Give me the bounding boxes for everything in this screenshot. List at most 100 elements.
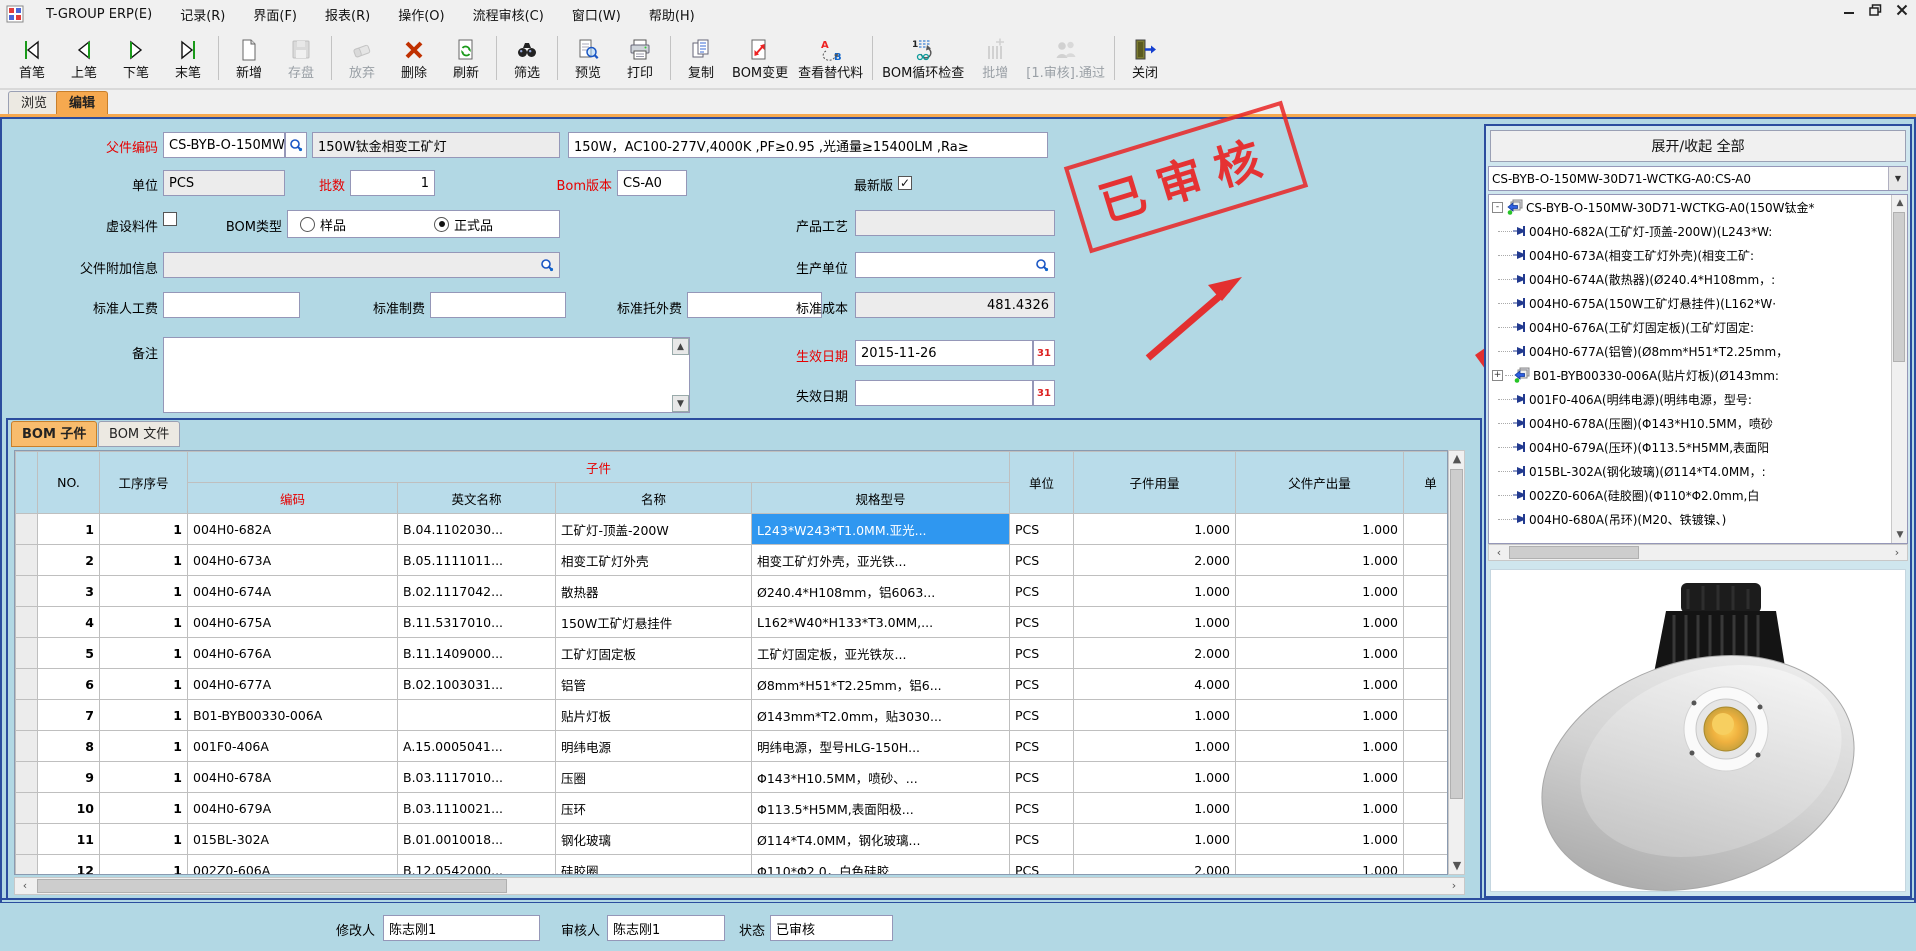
tab-browse[interactable]: 浏览 — [8, 91, 60, 115]
prev-record-button[interactable]: 上笔 — [58, 35, 110, 82]
menu-report[interactable]: 报表(R) — [311, 1, 384, 28]
add-button[interactable]: 新增 — [223, 35, 275, 82]
bom-type-formal-radio[interactable]: 正式品 — [434, 215, 493, 234]
scroll-right-icon[interactable]: › — [1446, 878, 1462, 894]
tree-item[interactable]: 004H0-676A(工矿灯固定板)(工矿灯固定: — [1489, 315, 1907, 339]
parent-name-field: 150W钛金相变工矿灯 — [312, 132, 560, 158]
scroll-up-icon[interactable]: ▲ — [1449, 451, 1465, 467]
view-substitute-button[interactable]: AB查看替代料 — [793, 35, 868, 82]
menu-window[interactable]: 窗口(W) — [558, 1, 635, 28]
next-record-button[interactable]: 下笔 — [110, 35, 162, 82]
parent-code-search-button[interactable] — [285, 132, 307, 158]
restore-icon[interactable] — [1869, 4, 1882, 16]
chevron-down-icon[interactable]: ▼ — [1888, 167, 1907, 190]
expire-date-calendar-icon[interactable]: 31 — [1033, 380, 1055, 406]
close-icon[interactable] — [1896, 4, 1908, 16]
window-edge-left — [0, 119, 2, 951]
selected-cell[interactable]: L243*W243*T1.0MM.亚光... — [752, 514, 1010, 545]
table-row: 71B01-BYB00330-006A贴片灯板Ø143mm*T2.0mm，贴30… — [16, 700, 1449, 731]
preview-button[interactable]: 预览 — [562, 35, 614, 82]
menu-interface[interactable]: 界面(F) — [239, 1, 311, 28]
tree-item[interactable]: 004H0-682A(工矿灯-顶盖-200W)(L243*W: — [1489, 219, 1907, 243]
scroll-left-icon[interactable]: ‹ — [17, 878, 33, 894]
scroll-down-icon[interactable]: ▼ — [1892, 527, 1908, 543]
scroll-up-icon[interactable]: ▲ — [1892, 195, 1908, 211]
parent-code-input[interactable]: CS-BYB-O-150MW-3 — [163, 132, 285, 158]
collapse-icon[interactable]: - — [1492, 202, 1503, 213]
effective-date-input[interactable]: 2015-11-26 — [855, 340, 1033, 366]
tree-horizontal-scrollbar[interactable]: ‹ › — [1488, 544, 1908, 561]
bom-change-button[interactable]: BOM变更 — [727, 35, 793, 82]
remark-textarea[interactable] — [163, 337, 690, 413]
status-field: 已审核 — [770, 915, 893, 941]
filter-button[interactable]: 筛选 — [501, 35, 553, 82]
tree-item[interactable]: 004H0-674A(散热器)(Ø240.4*H108mm，: — [1489, 267, 1907, 291]
scrollbar-thumb[interactable] — [1509, 546, 1639, 559]
tree-item[interactable]: 004H0-673A(相变工矿灯外壳)(相变工矿: — [1489, 243, 1907, 267]
tree-item[interactable]: 004H0-678A(压圈)(Φ143*H10.5MM，喷砂 — [1489, 411, 1907, 435]
scrollbar-thumb[interactable] — [1893, 212, 1905, 362]
table-row: 51004H0-676AB.11.1409000...工矿灯固定板工矿灯固定板，… — [16, 638, 1449, 669]
tree-item[interactable]: 004H0-679A(压环)(Φ113.5*H5MM,表面阳 — [1489, 435, 1907, 459]
tree-item[interactable]: 004H0-680A(吊环)(M20、铁镀镍、) — [1489, 507, 1907, 531]
print-button[interactable]: 打印 — [614, 35, 666, 82]
audit-pass-button[interactable]: [1.审核].通过 — [1021, 35, 1110, 82]
scrollbar-thumb[interactable] — [1450, 469, 1463, 799]
table-row: 11004H0-682AB.04.1102030...工矿灯-顶盖-200WL2… — [16, 514, 1449, 545]
effective-date-calendar-icon[interactable]: 31 — [1033, 340, 1055, 366]
expand-collapse-all-button[interactable]: 展开/收起 全部 — [1490, 130, 1906, 162]
virtual-part-checkbox[interactable] — [163, 212, 177, 226]
bom-version-input[interactable]: CS-A0 — [617, 170, 687, 196]
prod-unit-field[interactable] — [855, 252, 1055, 278]
parent-spec-field[interactable]: 150W，AC100-277V,4000K ,PF≥0.95 ,光通量≥1540… — [568, 132, 1048, 158]
close-window-button[interactable]: 关闭 — [1119, 35, 1171, 82]
tab-bom-children[interactable]: BOM 子件 — [11, 421, 97, 447]
batch-input[interactable]: 1 — [350, 170, 435, 196]
bom-type-sample-radio[interactable]: 样品 — [300, 215, 346, 234]
menu-flow-audit[interactable]: 流程审核(C) — [459, 1, 558, 28]
scroll-right-icon[interactable]: › — [1889, 545, 1905, 561]
batch-add-button[interactable]: 批增 — [969, 35, 1021, 82]
copy-button[interactable]: 复制 — [675, 35, 727, 82]
tree-item-expandable[interactable]: + B01-BYB00330-006A(贴片灯板)(Ø143mm: — [1489, 363, 1907, 387]
menu-record[interactable]: 记录(R) — [166, 1, 239, 28]
remark-scroll-down-icon[interactable]: ▼ — [672, 395, 689, 412]
discard-button[interactable]: 放弃 — [336, 35, 388, 82]
menu-operation[interactable]: 操作(O) — [384, 1, 458, 28]
prod-unit-search-button[interactable] — [1031, 254, 1053, 276]
expire-date-input[interactable] — [855, 380, 1033, 406]
bom-version-combobox[interactable]: CS-BYB-O-150MW-30D71-WCTKG-A0:CS-A0 ▼ — [1488, 166, 1908, 191]
scroll-left-icon[interactable]: ‹ — [1491, 545, 1507, 561]
remark-scroll-up-icon[interactable]: ▲ — [672, 338, 689, 355]
col-header-unit: 单位 — [1010, 452, 1074, 514]
std-labor-input[interactable] — [163, 292, 300, 318]
delete-button[interactable]: 删除 — [388, 35, 440, 82]
parent-extra-field[interactable] — [163, 252, 560, 278]
tree-item[interactable]: 004H0-677A(铝管)(Ø8mm*H51*T2.25mm， — [1489, 339, 1907, 363]
tree-vertical-scrollbar[interactable]: ▲ ▼ — [1891, 195, 1907, 543]
refresh-button[interactable]: 刷新 — [440, 35, 492, 82]
tree-root-item[interactable]: - CS-BYB-O-150MW-30D71-WCTKG-A0(150W钛金* — [1489, 195, 1907, 219]
first-record-button[interactable]: 首笔 — [6, 35, 58, 82]
tree-item[interactable]: 001F0-406A(明纬电源)(明纬电源，型号: — [1489, 387, 1907, 411]
save-button[interactable]: 存盘 — [275, 35, 327, 82]
latest-version-checkbox[interactable]: ✓ — [898, 176, 912, 190]
scroll-down-icon[interactable]: ▼ — [1449, 858, 1465, 874]
std-mfg-input[interactable] — [430, 292, 566, 318]
tree-item[interactable]: 002Z0-606A(硅胶圈)(Φ110*Φ2.0mm,白 — [1489, 483, 1907, 507]
bom-loop-check-button[interactable]: 1BOM循环检查 — [877, 35, 969, 82]
last-record-button[interactable]: 末笔 — [162, 35, 214, 82]
expand-icon[interactable]: + — [1492, 370, 1503, 381]
tab-edit[interactable]: 编辑 — [56, 91, 108, 115]
menu-help[interactable]: 帮助(H) — [635, 1, 709, 28]
table-vertical-scrollbar[interactable]: ▲ ▼ — [1448, 450, 1465, 875]
scrollbar-thumb[interactable] — [37, 879, 507, 893]
menu-tgroup[interactable]: T-GROUP ERP(E) — [32, 3, 166, 26]
parent-extra-search-button[interactable] — [536, 254, 558, 276]
bom-detail-panel: BOM 子件 BOM 文件 NO. 工序序号 子件 单位 子件用量 父件产出量 … — [6, 418, 1482, 900]
tab-bom-files[interactable]: BOM 文件 — [98, 421, 180, 447]
table-horizontal-scrollbar[interactable]: ‹ › — [14, 877, 1465, 895]
tree-item[interactable]: 004H0-675A(150W工矿灯悬挂件)(L162*W· — [1489, 291, 1907, 315]
tree-item[interactable]: 015BL-302A(钢化玻璃)(Ø114*T4.0MM，: — [1489, 459, 1907, 483]
minimize-icon[interactable] — [1843, 4, 1855, 16]
